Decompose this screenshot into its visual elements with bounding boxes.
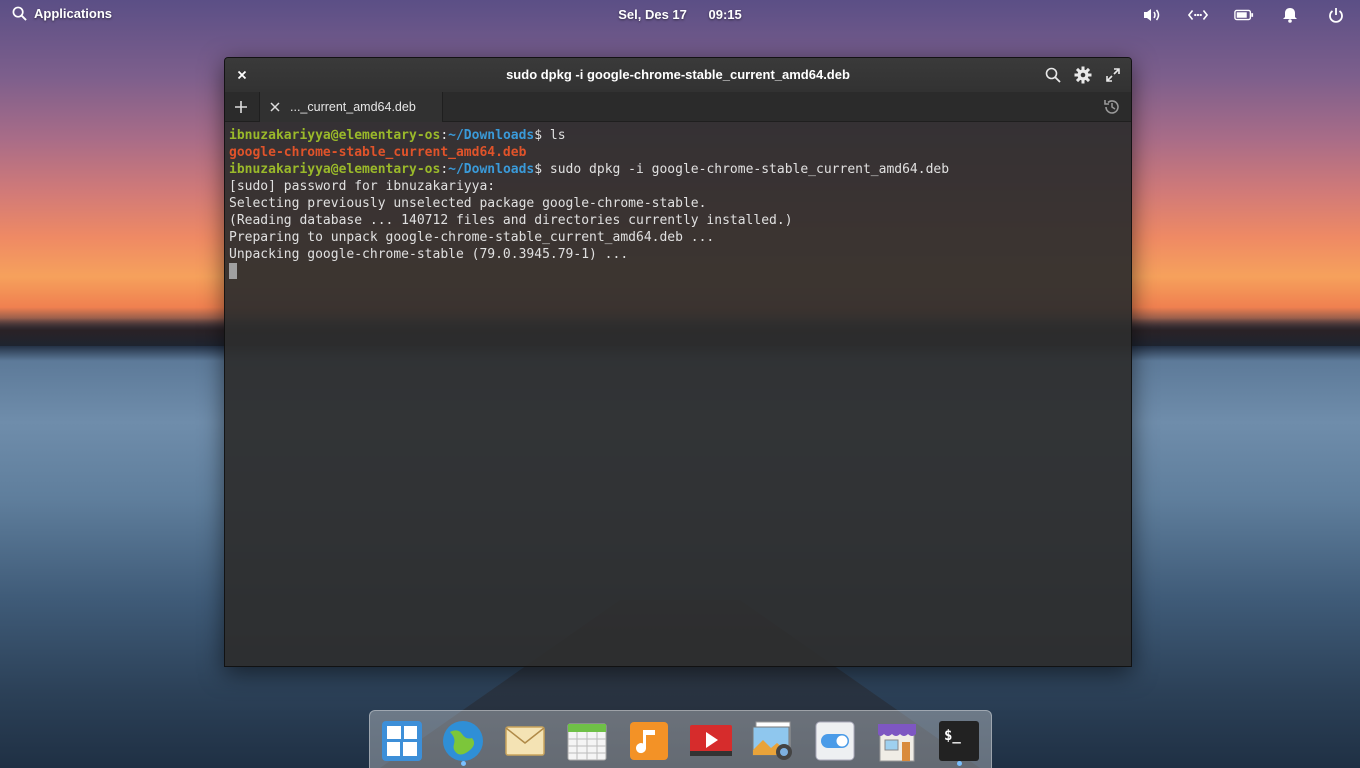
tab-close-button[interactable] [260,102,290,112]
dock: $_ [369,710,992,768]
tab-current[interactable]: ..._current_amd64.deb [259,92,443,122]
web-browser-icon[interactable] [440,718,486,766]
indicator-area [1142,6,1346,24]
text-cursor [229,263,237,279]
terminal-line: Unpacking google-chrome-stable (79.0.394… [229,247,629,262]
terminal-window: sudo dpkg -i google-chrome-stable_curren… [224,57,1132,667]
terminal-line [229,263,1127,281]
running-indicator [957,761,962,766]
tab-bar: ..._current_amd64.deb [225,92,1131,122]
terminal-output[interactable]: ibnuzakariyya@elementary-os:~/Downloads$… [225,122,1131,286]
svg-text:$_: $_ [944,728,961,744]
videos-icon[interactable] [688,718,734,764]
terminal-line: (Reading database ... 140712 files and d… [229,213,793,228]
terminal-line: ibnuzakariyya@elementary-os:~/Downloads$… [229,128,566,143]
terminal-line: [sudo] password for ibnuzakariyya: [229,179,496,194]
volume-icon[interactable] [1142,6,1162,24]
maximize-icon[interactable] [1103,65,1123,85]
terminal-line: Selecting previously unselected package … [229,196,707,211]
time-text: 09:15 [708,7,742,22]
gear-icon[interactable] [1073,65,1093,85]
search-icon[interactable] [1043,65,1063,85]
top-panel: Applications Sel, Des 17 09:15 [0,0,1360,30]
plus-icon [235,101,247,113]
terminal-icon[interactable]: $_ [936,718,982,766]
power-icon[interactable] [1326,6,1346,24]
terminal-line: google-chrome-stable_current_amd64.deb [229,145,527,160]
close-icon [270,102,280,112]
running-indicator [461,761,466,766]
notifications-icon[interactable] [1280,6,1300,24]
system-settings-icon[interactable] [812,718,858,764]
calendar-icon[interactable] [564,718,610,764]
window-titlebar[interactable]: sudo dpkg -i google-chrome-stable_curren… [225,58,1131,92]
new-tab-button[interactable] [231,97,251,117]
mail-icon[interactable] [502,718,548,764]
date-text: Sel, Des 17 [618,7,687,22]
window-title: sudo dpkg -i google-chrome-stable_curren… [506,67,850,82]
network-icon[interactable] [1188,6,1208,24]
history-icon[interactable] [1103,98,1121,116]
music-icon[interactable] [626,718,672,764]
photos-icon[interactable] [750,718,796,764]
appcenter-icon[interactable] [874,718,920,764]
battery-icon[interactable] [1234,6,1254,24]
terminal-line: ibnuzakariyya@elementary-os:~/Downloads$… [229,162,950,177]
tab-label: ..._current_amd64.deb [290,100,416,114]
multitasking-view-icon[interactable] [379,718,425,764]
terminal-line: Preparing to unpack google-chrome-stable… [229,230,715,245]
